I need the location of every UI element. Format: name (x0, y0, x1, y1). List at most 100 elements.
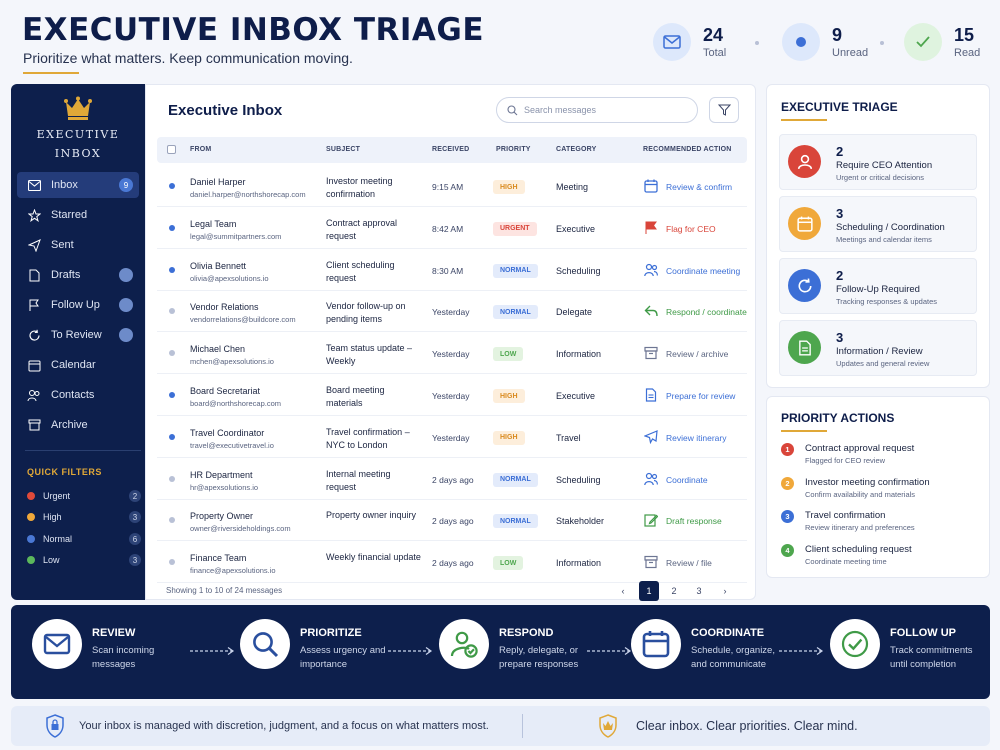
table-row[interactable]: Michael Chen mchen@apexsolutions.io Team… (157, 332, 747, 375)
message-subject[interactable]: Board meeting materials (326, 384, 421, 410)
page-1-button[interactable]: 1 (639, 581, 659, 601)
page-2-button[interactable]: 2 (664, 581, 684, 601)
document-icon (788, 331, 821, 364)
triage-card[interactable]: 3 Scheduling / Coordination Meetings and… (779, 196, 977, 252)
sidebar-item-inbox[interactable]: Inbox 9 (17, 172, 139, 198)
search-input[interactable]: Search messages (496, 97, 698, 123)
filter-count: 2 (129, 490, 141, 502)
priority-action-title: Client scheduling request (805, 543, 912, 555)
sidebar-item-starred[interactable]: Starred (17, 202, 139, 228)
triage-card[interactable]: 2 Follow-Up Required Tracking responses … (779, 258, 977, 314)
priority-actions-underline (781, 430, 827, 432)
read-indicator (169, 475, 175, 482)
message-subject[interactable]: Contract approval request (326, 217, 421, 243)
col-subject[interactable]: SUBJECT (326, 146, 360, 153)
message-subject[interactable]: Vendor follow-up on pending items (326, 300, 421, 326)
col-from[interactable]: FROM (190, 146, 211, 153)
sidebar-item-label: Starred (51, 209, 88, 221)
select-all-checkbox[interactable] (167, 145, 176, 154)
table-row[interactable]: HR Department hr@apexsolutions.io Intern… (157, 458, 747, 500)
triage-count: 3 (836, 330, 844, 345)
recommended-action-link[interactable]: Review itinerary (666, 433, 726, 443)
priority-badge: NORMAL (493, 514, 538, 529)
prev-page-button[interactable]: ‹ (613, 581, 633, 601)
filter-normal[interactable]: Normal 6 (27, 532, 141, 546)
table-row[interactable]: Board Secretariat board@northshorecap.co… (157, 374, 747, 416)
triage-card[interactable]: 3 Information / Review Updates and gener… (779, 320, 977, 376)
person-check-icon (439, 619, 489, 669)
category: Executive (556, 223, 596, 234)
col-category[interactable]: CATEGORY (556, 146, 597, 153)
recommended-action-link[interactable]: Draft response (666, 516, 722, 526)
checkmark-icon (904, 23, 942, 61)
filter-count: 3 (129, 554, 141, 566)
table-row[interactable]: Vendor Relations vendorrelations@buildco… (157, 290, 747, 333)
table-row[interactable]: Legal Team legal@summitpartners.com Cont… (157, 207, 747, 249)
next-page-button[interactable]: › (715, 581, 735, 601)
stat-read: 15 Read (904, 20, 980, 64)
recommended-action-link[interactable]: Coordinate (666, 475, 708, 485)
triage-card[interactable]: 2 Require CEO Attention Urgent or critic… (779, 134, 977, 190)
sidebar-item-sent[interactable]: Sent (17, 232, 139, 258)
message-subject[interactable]: Travel confirmation – NYC to London (326, 426, 421, 452)
filter-low[interactable]: Low 3 (27, 553, 141, 567)
separator-dot (880, 41, 884, 45)
message-subject[interactable]: Team status update – Weekly (326, 342, 421, 368)
message-subject[interactable]: Weekly financial update (326, 551, 421, 564)
workflow-step-title: COORDINATE (691, 627, 765, 639)
sidebar-item-calendar[interactable]: Calendar (17, 352, 139, 378)
sidebar-item-follow-up[interactable]: Follow Up (17, 292, 139, 318)
recommended-action-link[interactable]: Respond / coordinate (666, 307, 747, 317)
priority-badge: HIGH (493, 180, 525, 194)
message-subject[interactable]: Internal meeting request (326, 468, 421, 494)
recommended-action-link[interactable]: Prepare for review (666, 391, 735, 401)
filter-button[interactable] (709, 97, 739, 123)
sidebar-item-drafts[interactable]: Drafts (17, 262, 139, 288)
sidebar-item-to-review[interactable]: To Review (17, 322, 139, 348)
recommended-action-link[interactable]: Flag for CEO (666, 224, 716, 234)
message-subject[interactable]: Client scheduling request (326, 259, 421, 285)
sidebar-item-contacts[interactable]: Contacts (17, 382, 139, 408)
low-dot (27, 556, 35, 564)
triage-card-title: Follow-Up Required (836, 284, 920, 295)
filter-high[interactable]: High 3 (27, 510, 141, 524)
archive-icon (643, 554, 659, 570)
table-row[interactable]: Olivia Bennett olivia@apexsolutions.io C… (157, 249, 747, 291)
priority-action-title: Contract approval request (805, 443, 915, 454)
message-subject[interactable]: Investor meeting confirmation (326, 175, 421, 201)
unread-dot-icon (782, 23, 820, 61)
table-row[interactable]: Daniel Harper daniel.harper@northshoreca… (157, 165, 747, 207)
table-row[interactable]: Finance Team finance@apexsolutions.io We… (157, 541, 747, 584)
priority-badge: HIGH (493, 389, 525, 403)
sender-name: Daniel Harper (190, 177, 246, 187)
filter-urgent[interactable]: Urgent 2 (27, 489, 141, 503)
recommended-action-link[interactable]: Coordinate meeting (666, 266, 740, 276)
recommended-action-link[interactable]: Review / file (666, 558, 712, 568)
archive-icon (27, 418, 41, 432)
workflow-step-prioritize: PRIORITIZE Assess urgency and importance (240, 619, 410, 681)
page-title: EXECUTIVE INBOX TRIAGE (22, 12, 485, 48)
col-priority[interactable]: PRIORITY (496, 146, 531, 153)
page-3-button[interactable]: 3 (689, 581, 709, 601)
refresh-icon (788, 269, 821, 302)
filter-count: 6 (129, 533, 141, 545)
logo-line2: INBOX (54, 147, 102, 160)
table-row[interactable]: Travel Coordinator travel@executivetrave… (157, 416, 747, 458)
workflow-arrow (388, 643, 434, 655)
sidebar-item-archive[interactable]: Archive (17, 412, 139, 438)
recommended-action-link[interactable]: Review / archive (666, 349, 728, 359)
table-row[interactable]: Property Owner owner@riversideholdings.c… (157, 499, 747, 542)
stat-unread-value: 9 (832, 24, 843, 45)
col-recommended-action[interactable]: RECOMMENDED ACTION (643, 146, 732, 153)
unread-indicator (169, 183, 175, 189)
col-received[interactable]: RECEIVED (432, 146, 469, 153)
priority-action-subtitle: Confirm availability and materials (805, 489, 916, 499)
message-subject[interactable]: Property owner inquiry (326, 509, 421, 522)
recommended-action-link[interactable]: Review & confirm (666, 182, 732, 192)
calendar-icon (643, 178, 659, 194)
read-indicator (169, 350, 175, 357)
sidebar-item-label: Drafts (51, 269, 81, 281)
executive-triage-panel: EXECUTIVE TRIAGE 2 Require CEO Attention… (766, 84, 990, 388)
sender-email: board@northshorecap.com (190, 399, 281, 408)
unread-indicator (169, 433, 175, 440)
